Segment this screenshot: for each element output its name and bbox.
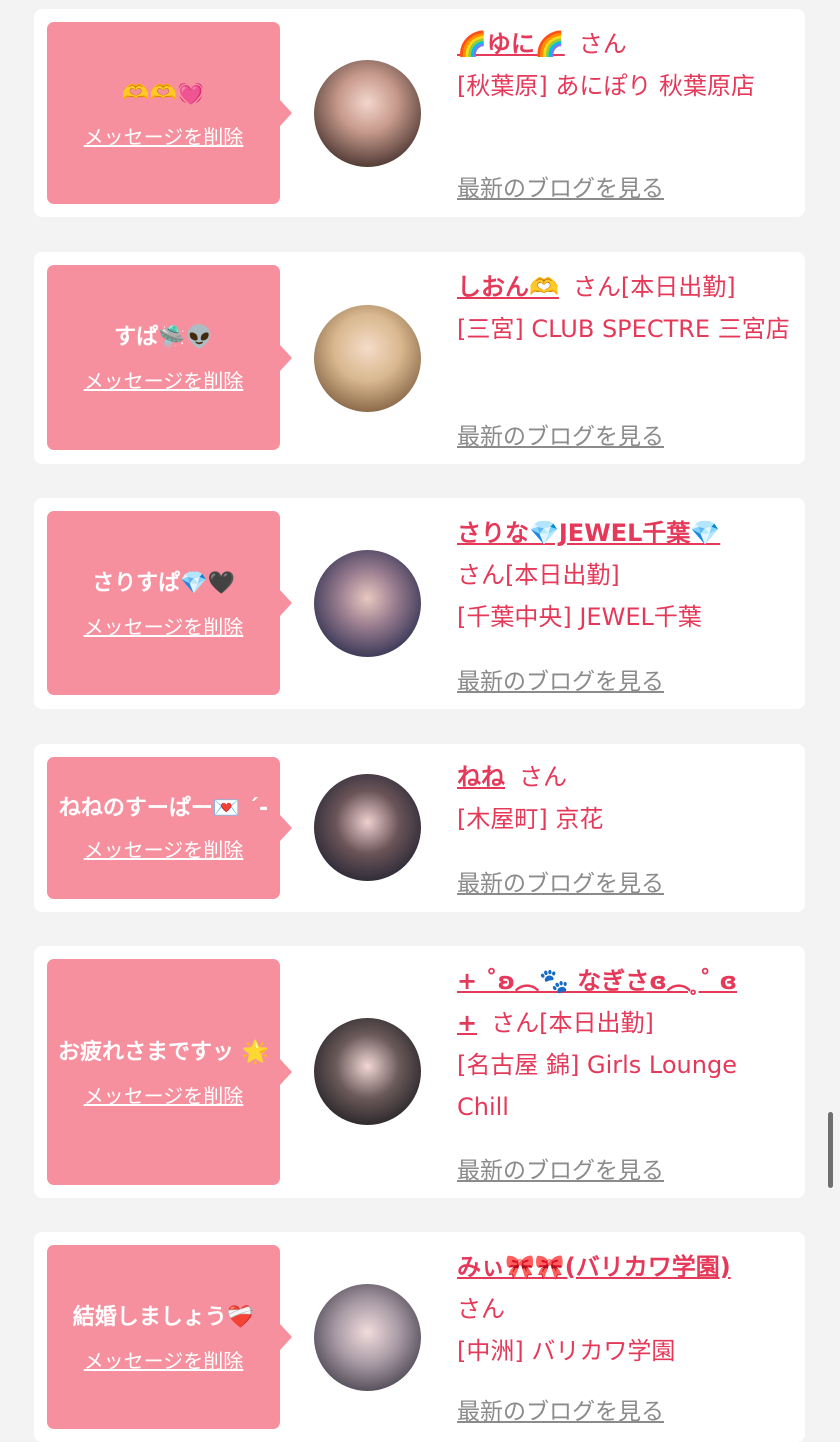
avatar[interactable] xyxy=(314,1018,421,1125)
honorific: さん xyxy=(519,763,567,791)
status-badge: [本日出勤] xyxy=(505,561,620,589)
delete-message-link[interactable]: メッセージを削除 xyxy=(84,834,244,863)
shop-name: [秋葉原] あにぽり 秋葉原店 xyxy=(457,72,755,100)
message-bubble: 🫶🫶💓 メッセージを削除 xyxy=(47,22,292,204)
message-text: さりすぱ💎🖤 xyxy=(92,570,235,596)
honorific: さん xyxy=(491,1009,540,1037)
message-card: ねねのすーぱー💌 ´- メッセージを削除 ねね さん [木屋町] 京花 最新のブロ… xyxy=(34,744,805,912)
message-card: お疲れさまですッ 🌟 メッセージを削除 + ˚ʚ︵🐾 なぎさɞ︵ ̥˚ ɞ + さ… xyxy=(34,946,805,1198)
delete-message-link[interactable]: メッセージを削除 xyxy=(84,611,244,640)
cast-name-link[interactable]: みぃ🎀🎀(バリカワ学園) xyxy=(457,1253,731,1281)
status-badge: [本日出勤] xyxy=(539,1009,654,1037)
avatar[interactable] xyxy=(314,305,421,412)
avatar[interactable] xyxy=(314,60,421,167)
latest-blog-link[interactable]: 最新のブログを見る xyxy=(457,1392,664,1426)
message-text: 結婚しましょう❤️‍🩹 xyxy=(72,1304,255,1330)
message-text: 🫶🫶💓 xyxy=(122,80,205,106)
message-card: さりすぱ💎🖤 メッセージを削除 さりな💎JEWEL千葉💎 さん[本日出勤] [千… xyxy=(34,498,805,709)
honorific: さん xyxy=(572,273,621,301)
cast-name-link[interactable]: しおん🫶 xyxy=(457,273,559,301)
avatar[interactable] xyxy=(314,550,421,657)
cast-name-link[interactable]: ねね xyxy=(457,763,505,791)
latest-blog-link[interactable]: 最新のブログを見る xyxy=(457,417,664,451)
shop-name: [中洲] バリカワ学園 xyxy=(457,1337,676,1365)
avatar[interactable] xyxy=(314,774,421,881)
message-bubble: すぱ🛸👽 メッセージを削除 xyxy=(47,265,292,450)
message-bubble: さりすぱ💎🖤 メッセージを削除 xyxy=(47,511,292,695)
cast-info: 🌈ゆに🌈 さん [秋葉原] あにぽり 秋葉原店 xyxy=(457,23,791,107)
delete-message-link[interactable]: メッセージを削除 xyxy=(84,121,244,150)
honorific: さん xyxy=(578,30,627,58)
delete-message-link[interactable]: メッセージを削除 xyxy=(84,365,244,394)
cast-name-link[interactable]: 🌈ゆに🌈 xyxy=(457,30,565,58)
message-bubble: ねねのすーぱー💌 ´- メッセージを削除 xyxy=(47,757,292,899)
cast-info: しおん🫶 さん[本日出勤] [三宮] CLUB SPECTRE 三宮店 xyxy=(457,266,791,350)
message-card: 🫶🫶💓 メッセージを削除 🌈ゆに🌈 さん [秋葉原] あにぽり 秋葉原店 最新のブ… xyxy=(34,9,805,217)
cast-info: + ˚ʚ︵🐾 なぎさɞ︵ ̥˚ ɞ + さん[本日出勤] [名古屋 錦] Girl… xyxy=(457,960,791,1128)
status-badge: [本日出勤] xyxy=(620,273,736,301)
shop-name: [千葉中央] JEWEL千葉 xyxy=(457,603,702,631)
cast-info: ねね さん [木屋町] 京花 xyxy=(457,756,791,840)
message-text: すぱ🛸👽 xyxy=(114,325,213,350)
shop-name: [名古屋 錦] Girls Lounge Chill xyxy=(457,1051,737,1121)
delete-message-link[interactable]: メッセージを削除 xyxy=(84,1080,244,1109)
message-bubble: 結婚しましょう❤️‍🩹 メッセージを削除 xyxy=(47,1245,292,1429)
cast-info: さりな💎JEWEL千葉💎 さん[本日出勤] [千葉中央] JEWEL千葉 xyxy=(457,512,791,638)
latest-blog-link[interactable]: 最新のブログを見る xyxy=(457,662,664,696)
shop-name: [木屋町] 京花 xyxy=(457,805,604,833)
avatar[interactable] xyxy=(314,1284,421,1391)
latest-blog-link[interactable]: 最新のブログを見る xyxy=(457,169,664,203)
message-text: お疲れさまですッ 🌟 xyxy=(57,1039,270,1065)
cast-name-link[interactable]: さりな💎JEWEL千葉💎 xyxy=(457,519,720,547)
cast-info: みぃ🎀🎀(バリカワ学園) さん [中洲] バリカワ学園 xyxy=(457,1246,791,1372)
honorific: さん xyxy=(457,561,505,589)
message-text: ねねのすーぱー💌 ´- xyxy=(58,795,269,821)
latest-blog-link[interactable]: 最新のブログを見る xyxy=(457,864,664,898)
shop-name: [三宮] CLUB SPECTRE 三宮店 xyxy=(457,315,790,343)
message-card: すぱ🛸👽 メッセージを削除 しおん🫶 さん[本日出勤] [三宮] CLUB SPE… xyxy=(34,252,805,464)
message-bubble: お疲れさまですッ 🌟 メッセージを削除 xyxy=(47,959,292,1185)
delete-message-link[interactable]: メッセージを削除 xyxy=(84,1345,244,1374)
scrollbar[interactable] xyxy=(828,1112,833,1188)
latest-blog-link[interactable]: 最新のブログを見る xyxy=(457,1151,664,1185)
honorific: さん xyxy=(457,1295,505,1323)
message-card: 結婚しましょう❤️‍🩹 メッセージを削除 みぃ🎀🎀(バリカワ学園) さん [中洲… xyxy=(34,1232,805,1442)
